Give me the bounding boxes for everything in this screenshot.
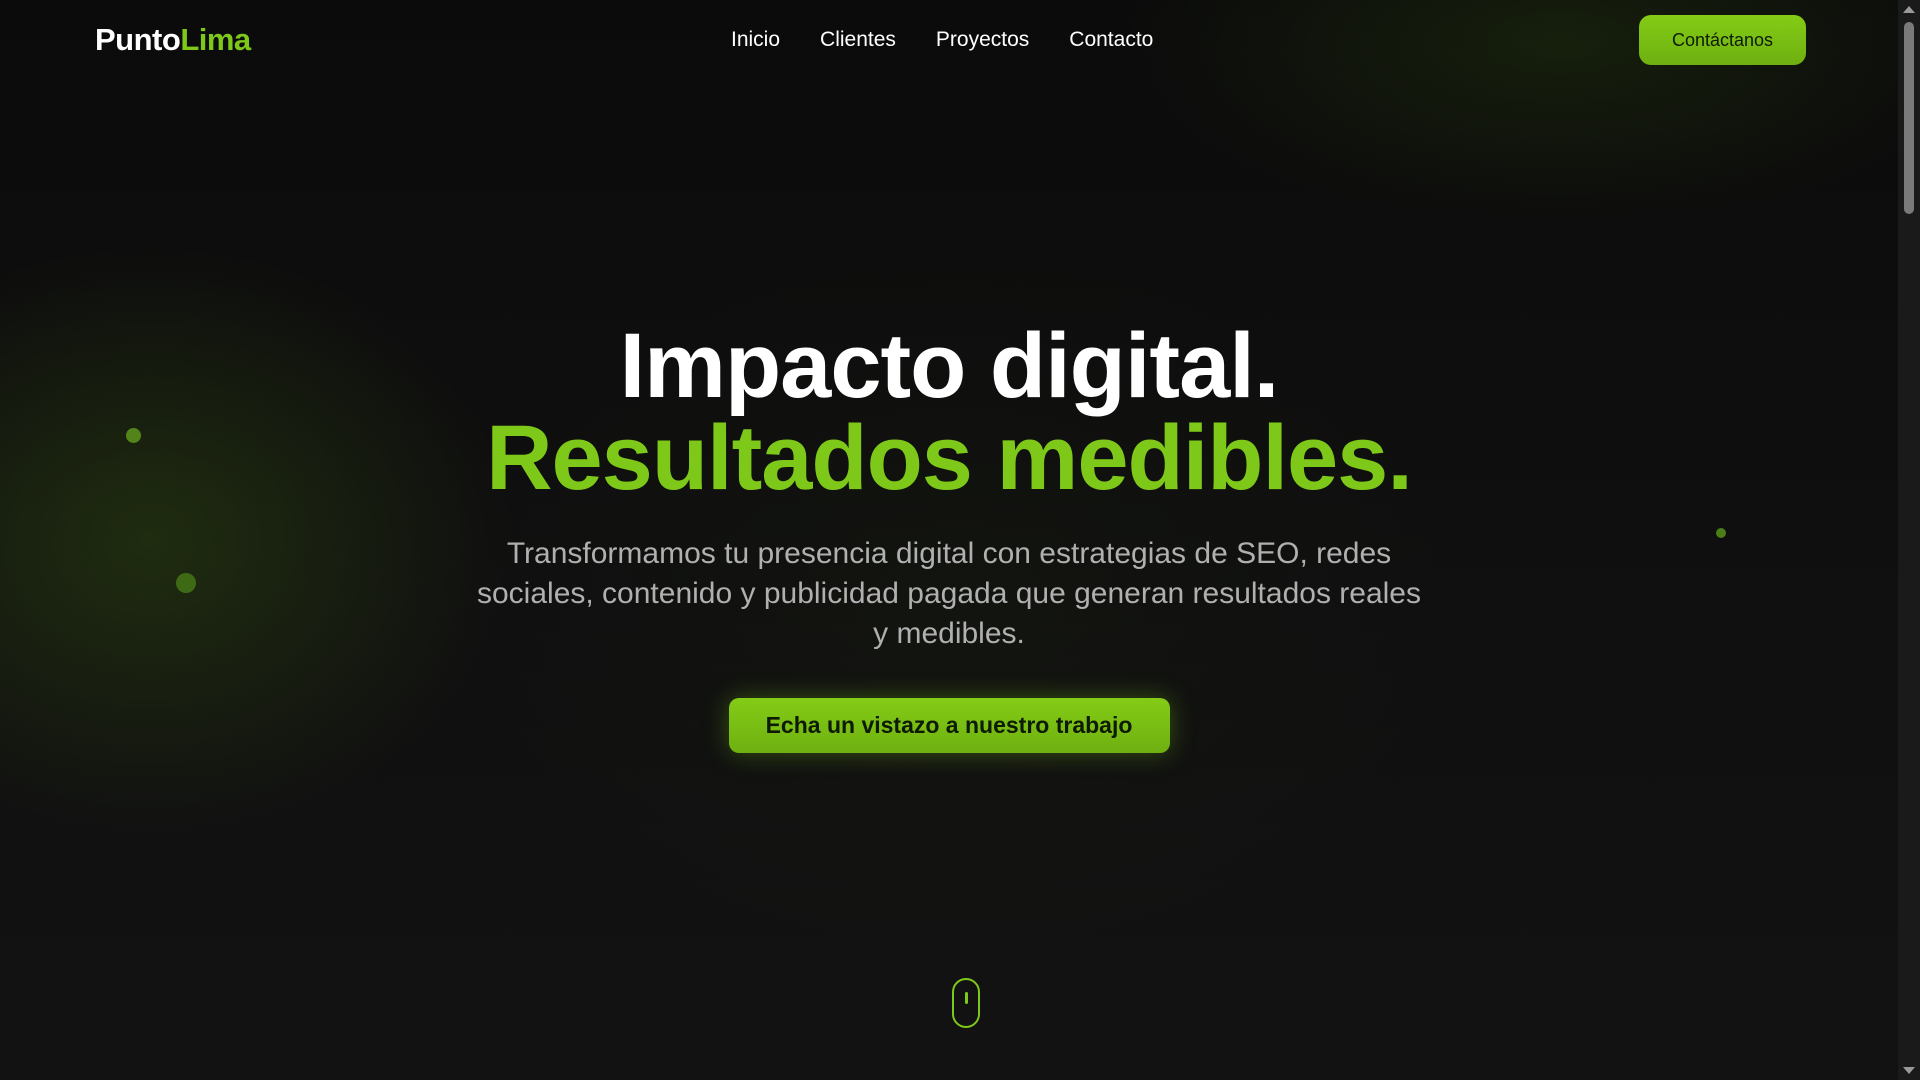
logo[interactable]: PuntoLima (95, 20, 251, 60)
view-work-button[interactable]: Echa un vistazo a nuestro trabajo (728, 698, 1170, 753)
hero-title-accent: Resultados medibles. (486, 407, 1413, 509)
logo-text-lima: Lima (180, 22, 251, 57)
scrollbar-thumb[interactable] (1904, 22, 1914, 214)
contact-button[interactable]: Contáctanos (1639, 15, 1806, 65)
scroll-up-arrow-icon[interactable] (1903, 6, 1915, 13)
site-header: PuntoLima Inicio Clientes Proyectos Cont… (0, 0, 1898, 80)
logo-text-punto: Punto (95, 22, 181, 57)
mouse-wheel-indicator (965, 992, 968, 1004)
hero-subtitle: Transformamos tu presencia digital con e… (477, 537, 1421, 650)
page-scrollbar[interactable] (1898, 0, 1920, 1080)
scroll-down-arrow-icon[interactable] (1903, 1067, 1915, 1074)
hero-title: Impacto digital. (619, 315, 1280, 417)
nav-item-contacto[interactable]: Contacto (1069, 26, 1153, 54)
main-nav: Inicio Clientes Proyectos Contacto (731, 26, 1153, 54)
nav-item-proyectos[interactable]: Proyectos (936, 26, 1029, 54)
nav-item-inicio[interactable]: Inicio (731, 26, 780, 54)
mouse-scroll-icon[interactable] (952, 978, 980, 1028)
landing-page: PuntoLima Inicio Clientes Proyectos Cont… (0, 0, 1920, 1080)
nav-item-clientes[interactable]: Clientes (820, 26, 896, 54)
hero-section: Impacto digital. Resultados medibles. Tr… (0, 320, 1898, 753)
